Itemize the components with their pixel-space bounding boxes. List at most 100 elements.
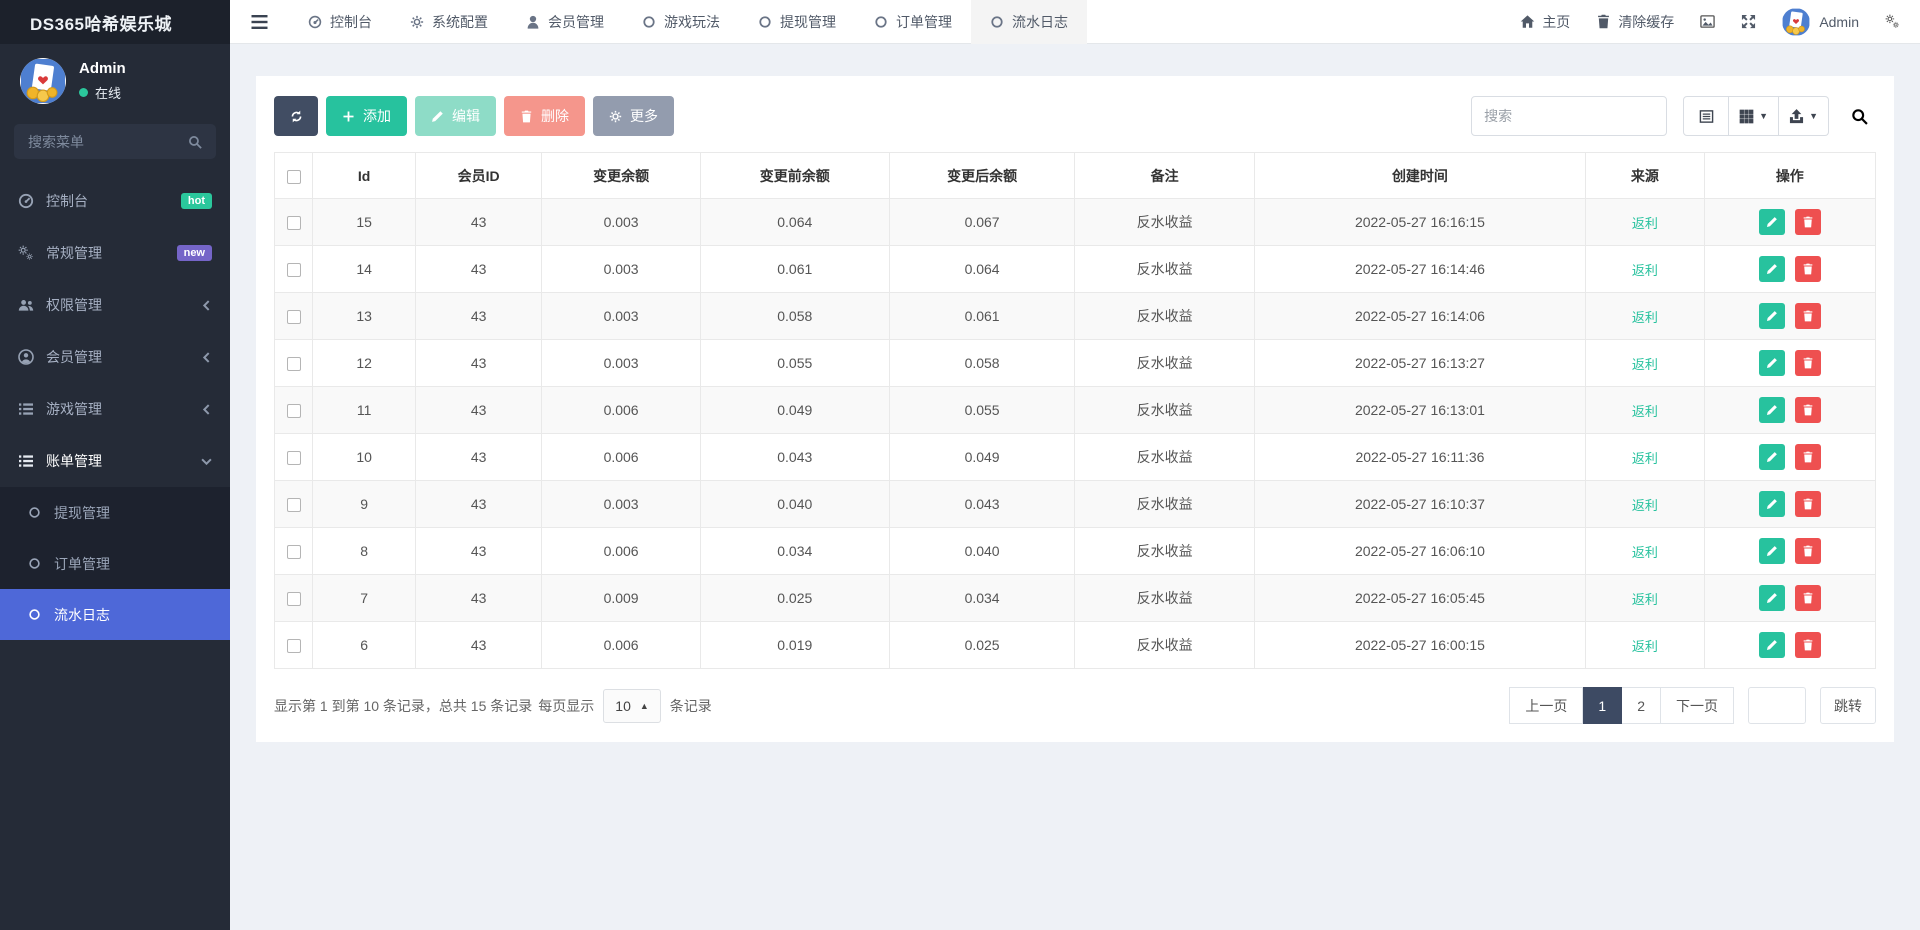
source-link[interactable]: 返利	[1632, 498, 1658, 513]
tab-game-play[interactable]: 游戏玩法	[623, 0, 739, 44]
row-checkbox[interactable]	[287, 498, 301, 512]
source-link[interactable]: 返利	[1632, 216, 1658, 231]
app-logo[interactable]: DS365哈希娱乐城	[0, 0, 230, 44]
tab-members[interactable]: 会员管理	[507, 0, 623, 44]
row-checkbox[interactable]	[287, 451, 301, 465]
row-edit-button[interactable]	[1759, 632, 1785, 658]
sidebar-item-permissions[interactable]: 权限管理	[0, 279, 230, 331]
search-button[interactable]	[1843, 100, 1876, 133]
source-link[interactable]: 返利	[1632, 639, 1658, 654]
tab-dashboard[interactable]: 控制台	[289, 0, 391, 44]
jump-page-input[interactable]	[1748, 687, 1806, 724]
column-header[interactable]: 操作	[1704, 153, 1875, 199]
source-link[interactable]: 返利	[1632, 545, 1658, 560]
delete-button[interactable]: 删除	[504, 96, 585, 136]
table-search-input[interactable]	[1471, 96, 1667, 136]
column-header[interactable]: 创建时间	[1254, 153, 1585, 199]
fullscreen-icon[interactable]	[1741, 14, 1756, 29]
cell-actions	[1704, 434, 1875, 481]
source-link[interactable]: 返利	[1632, 357, 1658, 372]
column-header[interactable]: 备注	[1075, 153, 1254, 199]
row-edit-button[interactable]	[1759, 538, 1785, 564]
source-link[interactable]: 返利	[1632, 451, 1658, 466]
sidebar-item-orders[interactable]: 订单管理	[0, 538, 230, 589]
column-header[interactable]: 变更余额	[542, 153, 700, 199]
row-delete-button[interactable]	[1795, 303, 1821, 329]
row-delete-button[interactable]	[1795, 538, 1821, 564]
add-button[interactable]: 添加	[326, 96, 407, 136]
avatar	[1782, 8, 1810, 36]
column-header[interactable]: 来源	[1586, 153, 1704, 199]
settings-gears-icon[interactable]	[1885, 14, 1900, 29]
row-edit-button[interactable]	[1759, 350, 1785, 376]
gallery-icon[interactable]	[1700, 14, 1715, 29]
sidebar-item-flow-log[interactable]: 流水日志	[0, 589, 230, 640]
column-header[interactable]: 会员ID	[415, 153, 541, 199]
edit-button[interactable]: 编辑	[415, 96, 496, 136]
detail-view-button[interactable]	[1683, 96, 1729, 136]
sidebar-item-dashboard[interactable]: 控制台 hot	[0, 175, 230, 227]
columns-button[interactable]: ▼	[1729, 96, 1779, 136]
row-edit-button[interactable]	[1759, 209, 1785, 235]
row-delete-button[interactable]	[1795, 256, 1821, 282]
row-delete-button[interactable]	[1795, 350, 1821, 376]
row-delete-button[interactable]	[1795, 632, 1821, 658]
sidebar-item-label: 会员管理	[46, 347, 102, 367]
page-button-1[interactable]: 1	[1583, 687, 1622, 724]
menu-search-input[interactable]	[28, 134, 188, 150]
sidebar-item-games[interactable]: 游戏管理	[0, 383, 230, 435]
page-button-2[interactable]: 2	[1622, 687, 1661, 724]
cell-created-time: 2022-05-27 16:11:36	[1254, 434, 1585, 481]
column-header[interactable]: Id	[313, 153, 415, 199]
prev-page-button[interactable]: 上一页	[1509, 687, 1583, 724]
source-link[interactable]: 返利	[1632, 592, 1658, 607]
row-edit-button[interactable]	[1759, 256, 1785, 282]
row-checkbox[interactable]	[287, 545, 301, 559]
row-edit-button[interactable]	[1759, 444, 1785, 470]
sidebar-item-general[interactable]: 常规管理 new	[0, 227, 230, 279]
row-edit-button[interactable]	[1759, 491, 1785, 517]
row-edit-button[interactable]	[1759, 397, 1785, 423]
row-edit-button[interactable]	[1759, 585, 1785, 611]
row-checkbox[interactable]	[287, 592, 301, 606]
source-link[interactable]: 返利	[1632, 404, 1658, 419]
cell-member-id: 43	[415, 246, 541, 293]
cell-member-id: 43	[415, 575, 541, 622]
export-button[interactable]: ▼	[1779, 96, 1829, 136]
sidebar-item-members[interactable]: 会员管理	[0, 331, 230, 383]
source-link[interactable]: 返利	[1632, 310, 1658, 325]
clear-cache-link[interactable]: 清除缓存	[1596, 12, 1674, 32]
tab-orders[interactable]: 订单管理	[855, 0, 971, 44]
row-delete-button[interactable]	[1795, 585, 1821, 611]
column-header[interactable]: 变更前余额	[700, 153, 889, 199]
sidebar-item-withdrawals[interactable]: 提现管理	[0, 487, 230, 538]
select-all-checkbox[interactable]	[287, 170, 301, 184]
row-delete-button[interactable]	[1795, 444, 1821, 470]
row-delete-button[interactable]	[1795, 397, 1821, 423]
hamburger-menu-icon[interactable]	[230, 15, 289, 29]
source-link[interactable]: 返利	[1632, 263, 1658, 278]
columns-icon	[1739, 109, 1754, 124]
tab-system-config[interactable]: 系统配置	[391, 0, 507, 44]
row-checkbox[interactable]	[287, 216, 301, 230]
home-link[interactable]: 主页	[1520, 12, 1570, 32]
row-checkbox[interactable]	[287, 357, 301, 371]
row-edit-button[interactable]	[1759, 303, 1785, 329]
tab-withdrawals[interactable]: 提现管理	[739, 0, 855, 44]
row-checkbox[interactable]	[287, 639, 301, 653]
column-header[interactable]: 变更后余额	[889, 153, 1075, 199]
refresh-button[interactable]	[274, 96, 318, 136]
circle-icon	[990, 15, 1004, 29]
row-delete-button[interactable]	[1795, 491, 1821, 517]
row-delete-button[interactable]	[1795, 209, 1821, 235]
page-size-select[interactable]: 10 ▲	[603, 689, 661, 723]
user-menu[interactable]: Admin	[1782, 8, 1859, 36]
row-checkbox[interactable]	[287, 310, 301, 324]
jump-button[interactable]: 跳转	[1820, 687, 1876, 724]
tab-flow-log[interactable]: 流水日志	[971, 0, 1087, 44]
row-checkbox[interactable]	[287, 263, 301, 277]
more-button[interactable]: 更多	[593, 96, 674, 136]
row-checkbox[interactable]	[287, 404, 301, 418]
next-page-button[interactable]: 下一页	[1661, 687, 1734, 724]
sidebar-item-billing[interactable]: 账单管理	[0, 435, 230, 487]
